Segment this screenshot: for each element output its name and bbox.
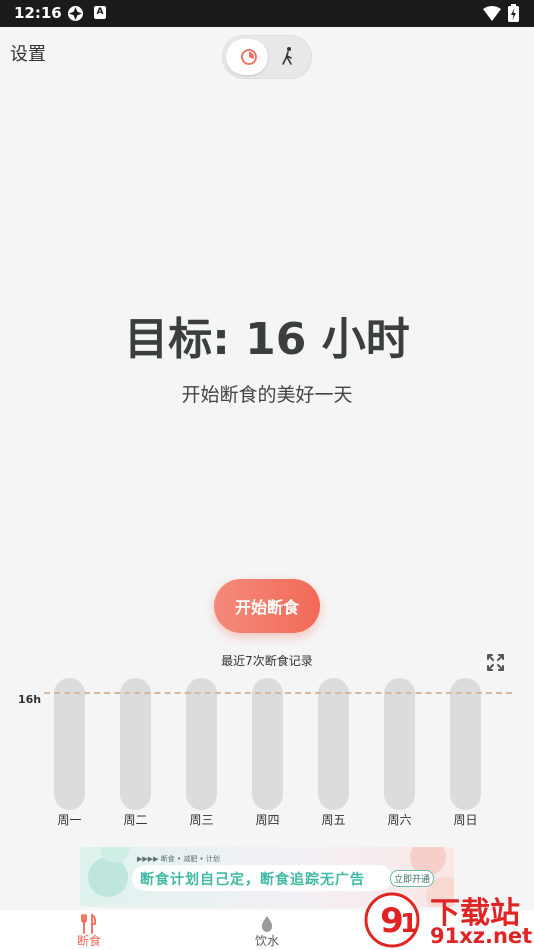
mode-toggle[interactable] — [222, 35, 312, 79]
ad-open-button[interactable]: 立即开通 — [390, 870, 434, 887]
status-bar: 12:16 A — [0, 0, 534, 27]
day-label: 周一 — [57, 813, 82, 827]
record-bar — [54, 678, 85, 810]
day-label: 周二 — [123, 813, 148, 827]
record-bar — [318, 678, 349, 810]
app-notification-icon: A — [94, 6, 106, 19]
records-title: 最近7次断食记录 — [221, 654, 313, 668]
goal-title: 目标: 16 小时 — [124, 314, 410, 365]
fork-knife-icon — [81, 914, 97, 934]
toggle-knob-fasting[interactable] — [226, 39, 268, 75]
nav-tab-water[interactable]: 饮水 — [227, 910, 307, 950]
goal-subtitle: 开始断食的美好一天 — [181, 384, 353, 406]
nav-tab-fasting[interactable]: 断食 — [49, 910, 129, 950]
record-bar — [252, 678, 283, 810]
day-label: 周四 — [255, 813, 280, 827]
record-bar — [186, 678, 217, 810]
nav-label-fasting: 断食 — [76, 934, 101, 948]
watermark: 9 1 下载站 91xz.net — [362, 888, 532, 950]
expand-icon[interactable] — [486, 653, 505, 672]
watermark-logo-icon: 9 1 — [364, 892, 420, 948]
record-bar — [120, 678, 151, 810]
nav-label-water: 饮水 — [254, 934, 279, 948]
status-time: 12:16 — [14, 4, 62, 22]
ad-small-text: ▶▶▶▶ 断食 • 减肥 • 计划 — [137, 855, 220, 863]
sync-icon — [68, 6, 83, 21]
record-bar — [384, 678, 415, 810]
day-label: 周日 — [453, 813, 478, 827]
battery-charging-icon — [508, 4, 519, 22]
watermark-domain: 91xz.net — [430, 924, 533, 948]
target-line — [44, 692, 512, 694]
day-label: 周五 — [321, 813, 346, 827]
target-hours-label: 16h — [18, 693, 42, 706]
fasting-timer-icon — [241, 49, 257, 65]
record-bar — [450, 678, 481, 810]
wifi-icon — [483, 6, 501, 21]
water-drop-icon — [261, 916, 273, 932]
walking-person-icon[interactable] — [279, 46, 297, 66]
day-label: 周三 — [189, 813, 214, 827]
settings-button[interactable]: 设置 — [10, 40, 46, 66]
ad-headline: 断食计划自己定，断食追踪无广告 — [140, 872, 365, 888]
day-label: 周六 — [387, 813, 412, 827]
start-fasting-button[interactable]: 开始断食 — [214, 579, 320, 633]
svg-text:1: 1 — [400, 909, 418, 939]
